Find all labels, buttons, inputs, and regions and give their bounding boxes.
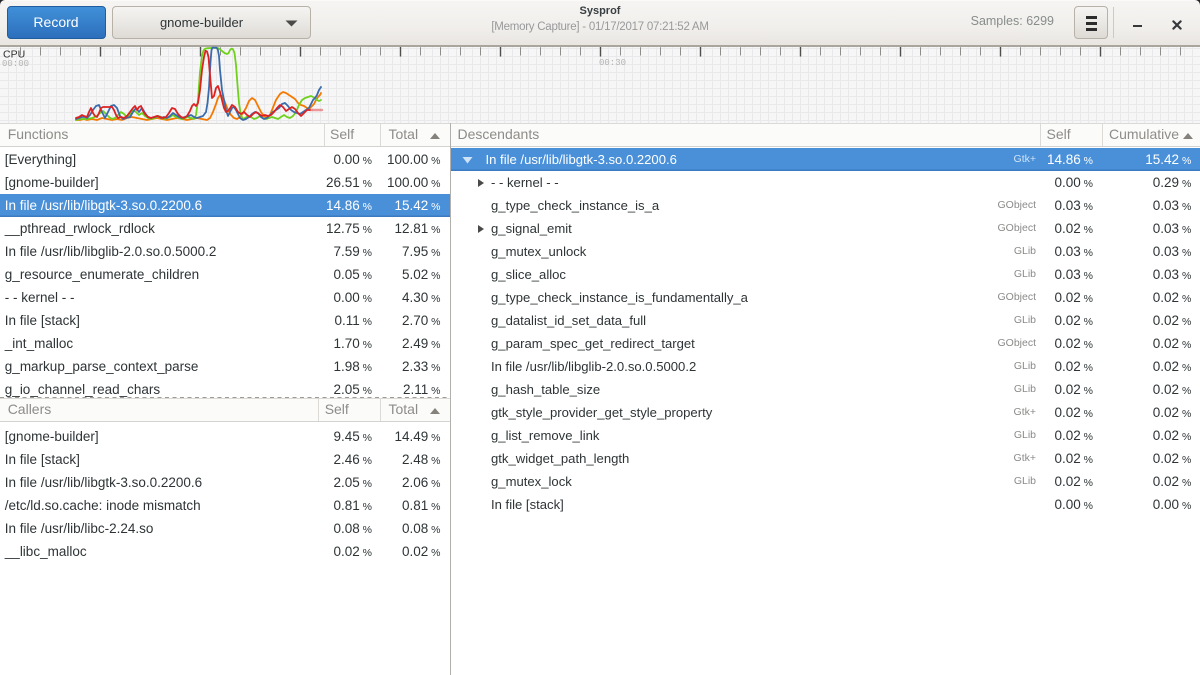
- svg-text:00:00: 00:00: [2, 59, 29, 69]
- svg-text:00:30: 00:30: [599, 58, 626, 68]
